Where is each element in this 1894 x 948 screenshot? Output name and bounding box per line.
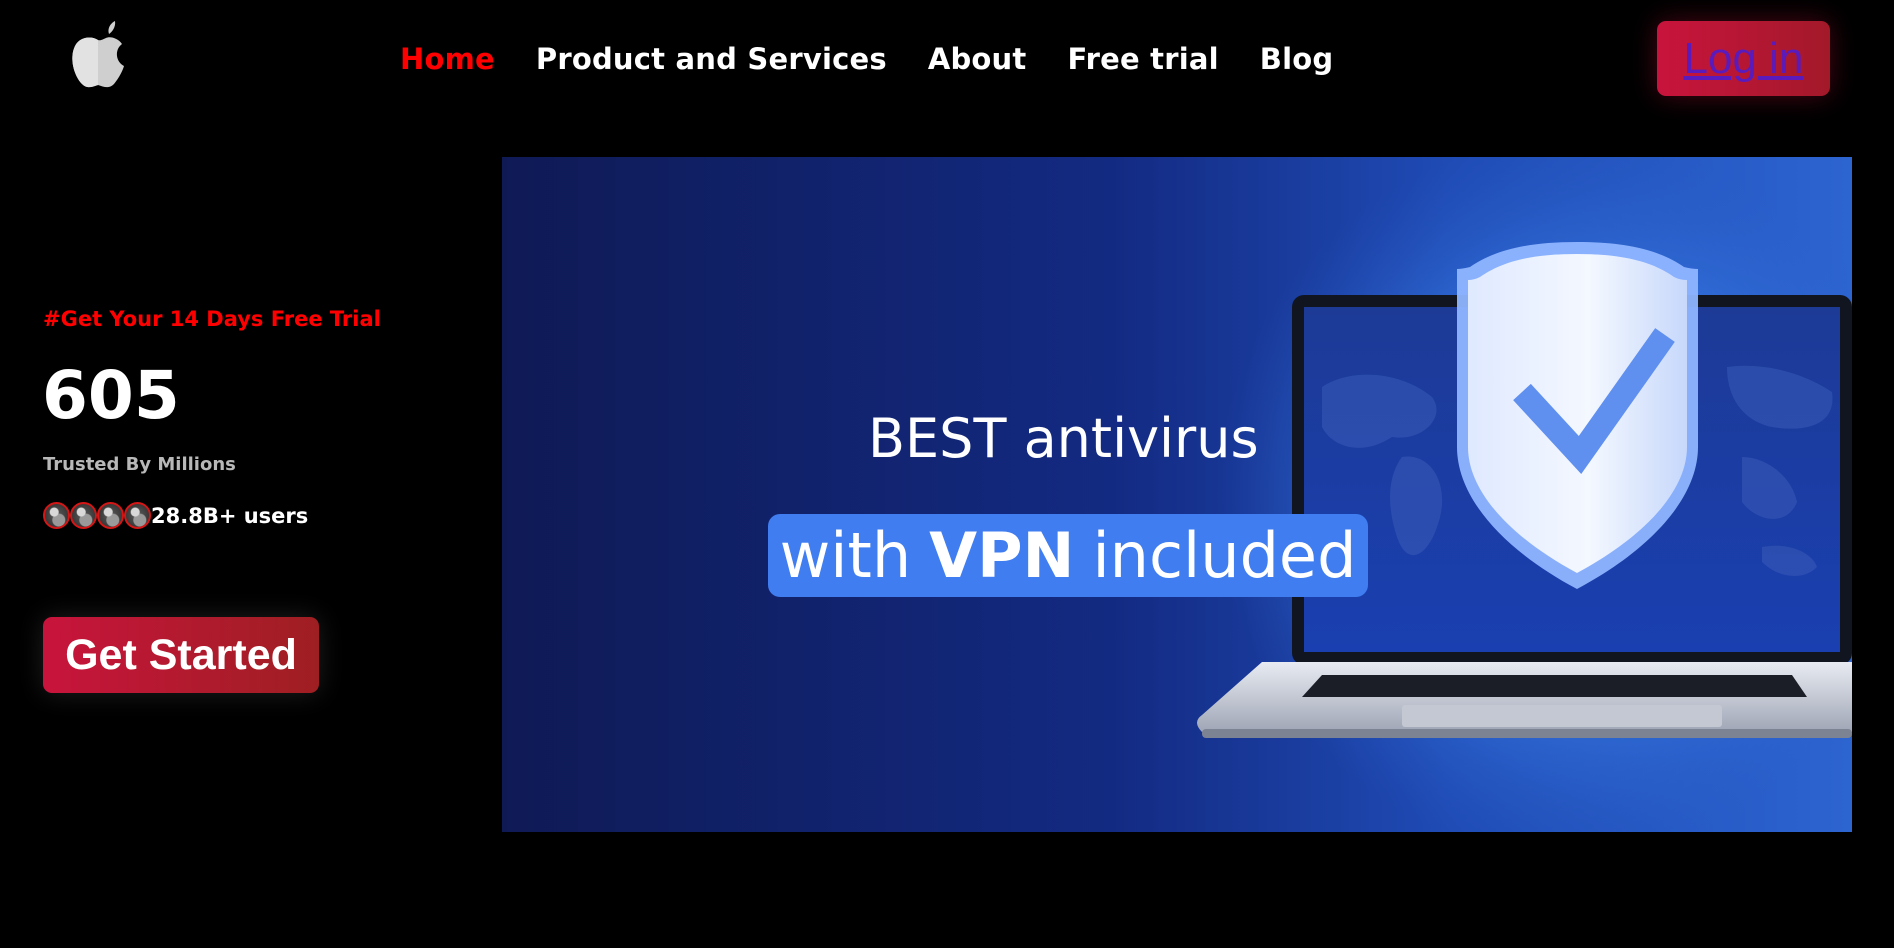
users-count-label: 28.8B+ users — [151, 503, 309, 528]
login-link[interactable]: Log in — [1684, 34, 1804, 84]
keyboard — [1302, 675, 1807, 697]
nav-free-trial[interactable]: Free trial — [1067, 42, 1218, 76]
banner-line2-pre: with — [779, 519, 912, 592]
avatar — [97, 502, 124, 529]
avatar — [124, 502, 151, 529]
user-count-number: 605 — [42, 357, 180, 434]
banner-illustration — [1197, 157, 1852, 832]
landing-page: Home Product and Services About Free tri… — [0, 0, 1894, 948]
avatar — [70, 502, 97, 529]
nav-home[interactable]: Home — [400, 42, 495, 76]
login-button[interactable]: Log in — [1657, 21, 1830, 96]
nav-product-and-services[interactable]: Product and Services — [536, 42, 887, 76]
laptop-front-edge — [1202, 729, 1852, 738]
avatar — [43, 502, 70, 529]
banner-vpn-pill: with VPN included — [768, 514, 1368, 597]
banner-line2-post: included — [1092, 519, 1357, 592]
apple-logo-icon[interactable] — [68, 20, 128, 90]
banner-line2-bold: VPN — [929, 519, 1075, 592]
nav-about[interactable]: About — [928, 42, 1027, 76]
users-row: 28.8B+ users — [43, 502, 308, 529]
nav-blog[interactable]: Blog — [1260, 42, 1334, 76]
get-started-button[interactable]: Get Started — [43, 617, 319, 693]
main-nav: Home Product and Services About Free tri… — [400, 42, 1333, 76]
free-trial-tagline: #Get Your 14 Days Free Trial — [43, 307, 381, 331]
trusted-by-label: Trusted By Millions — [43, 454, 236, 475]
banner-headline: BEST antivirus — [868, 407, 1259, 470]
trackpad — [1402, 705, 1722, 727]
hero-banner-image: BEST antivirus with VPN included — [502, 157, 1852, 832]
